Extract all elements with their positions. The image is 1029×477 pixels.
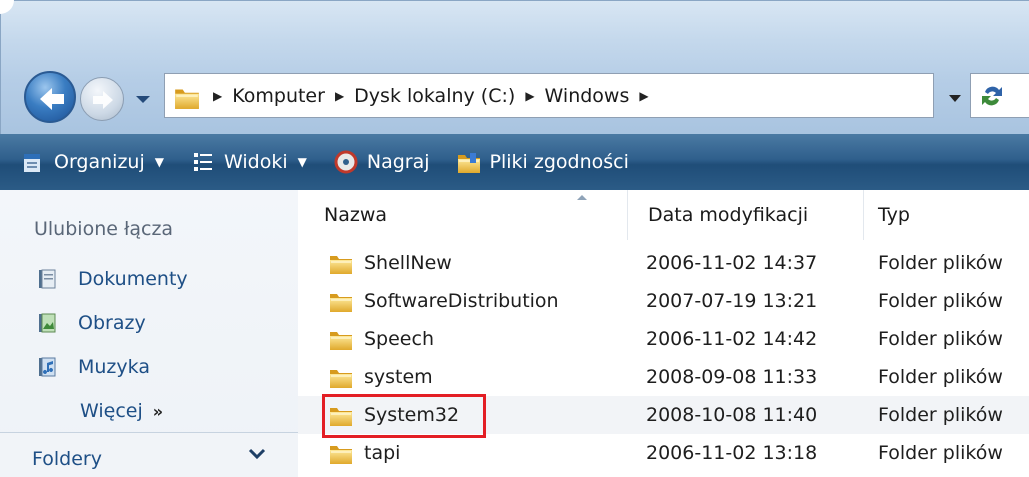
views-icon xyxy=(194,153,212,171)
music-icon xyxy=(39,357,56,377)
file-type: Folder plików xyxy=(878,252,1003,274)
file-row[interactable]: ShellNew 2006-11-02 14:37 Folder plików xyxy=(298,244,1029,282)
chevron-down-icon: ▼ xyxy=(154,155,164,169)
file-type: Folder plików xyxy=(878,404,1003,426)
favorite-link-music[interactable]: Muzyka xyxy=(36,355,150,379)
views-label: Widoki xyxy=(224,151,288,173)
column-header-name[interactable]: Nazwa xyxy=(298,190,628,240)
burn-disc-icon xyxy=(334,150,358,174)
breadcrumb-local-disk[interactable]: Dysk lokalny (C:) xyxy=(350,85,519,107)
views-button[interactable]: Widoki ▼ xyxy=(184,142,313,182)
file-date: 2007-07-19 13:21 xyxy=(646,290,818,312)
column-date-label: Data modyfikacji xyxy=(648,204,809,226)
breadcrumb-separator-icon[interactable]: ▶ xyxy=(633,89,654,103)
file-type: Folder plików xyxy=(878,290,1003,312)
file-date: 2006-11-02 13:18 xyxy=(646,442,818,464)
folders-toggle[interactable]: Foldery xyxy=(0,432,298,477)
breadcrumb: ▶ Komputer ▶ Dysk lokalny (C:) ▶ Windows… xyxy=(207,74,655,117)
chevron-down-icon[interactable] xyxy=(134,90,152,108)
column-header-type[interactable]: Typ xyxy=(864,190,1029,240)
favorite-link-label: Dokumenty xyxy=(78,268,188,290)
breadcrumb-computer[interactable]: Komputer xyxy=(228,85,329,107)
organize-label: Organizuj xyxy=(54,151,145,173)
file-row[interactable]: tapi 2006-11-02 13:18 Folder plików xyxy=(298,434,1029,472)
file-type: Folder plików xyxy=(878,328,1003,350)
breadcrumb-separator-icon[interactable]: ▶ xyxy=(519,89,540,103)
file-name: system xyxy=(364,366,433,388)
breadcrumb-separator-icon[interactable]: ▶ xyxy=(329,89,350,103)
double-chevron-icon: » xyxy=(152,402,164,421)
file-name: System32 xyxy=(364,404,460,426)
documents-icon xyxy=(39,269,56,289)
file-type: Folder plików xyxy=(878,366,1003,388)
sort-ascending-icon xyxy=(577,195,587,200)
address-bar[interactable]: ▶ Komputer ▶ Dysk lokalny (C:) ▶ Windows… xyxy=(164,73,934,118)
command-toolbar: Organizuj ▼ Widoki ▼ Nagraj Pliki zgodno… xyxy=(0,134,1029,190)
folder-icon xyxy=(328,440,354,466)
file-date: 2008-10-08 11:40 xyxy=(646,404,818,426)
organize-button[interactable]: Organizuj ▼ xyxy=(14,142,170,182)
favorite-link-documents[interactable]: Dokumenty xyxy=(36,267,188,291)
folder-icon xyxy=(328,402,354,428)
folder-icon xyxy=(173,83,201,111)
file-row[interactable]: SoftwareDistribution 2007-07-19 13:21 Fo… xyxy=(298,282,1029,320)
pictures-icon xyxy=(39,313,56,333)
forward-arrow-icon xyxy=(93,91,113,109)
file-name: tapi xyxy=(364,442,401,464)
file-date: 2008-09-08 11:33 xyxy=(646,366,818,388)
favorite-link-label: Obrazy xyxy=(78,312,146,334)
file-list: Nazwa Data modyfikacji Typ ShellNew 2006… xyxy=(298,190,1029,476)
folder-icon xyxy=(328,326,354,352)
folder-icon xyxy=(328,288,354,314)
address-dropdown-icon[interactable] xyxy=(944,88,966,108)
file-name: SoftwareDistribution xyxy=(364,290,559,312)
folders-label: Foldery xyxy=(32,448,102,470)
favorite-link-pictures[interactable]: Obrazy xyxy=(36,311,146,335)
refresh-icon xyxy=(982,86,1002,106)
burn-button[interactable]: Nagraj xyxy=(327,142,436,182)
file-name: Speech xyxy=(364,328,434,350)
folder-icon xyxy=(328,364,354,390)
file-date: 2006-11-02 14:37 xyxy=(646,252,818,274)
folder-icon xyxy=(328,250,354,276)
file-row[interactable]: Speech 2006-11-02 14:42 Folder plików xyxy=(298,320,1029,358)
more-label: Więcej xyxy=(80,400,143,422)
favorites-title: Ulubione łącza xyxy=(34,218,174,240)
breadcrumb-separator-icon[interactable]: ▶ xyxy=(207,89,228,103)
file-row-system32[interactable]: System32 2008-10-08 11:40 Folder plików xyxy=(298,396,1029,434)
compat-files-button[interactable]: Pliki zgodności xyxy=(450,142,635,182)
organize-icon xyxy=(24,154,40,172)
navigation-pane: Ulubione łącza Dokumenty Obrazy Muzyka W… xyxy=(0,190,299,477)
breadcrumb-windows[interactable]: Windows xyxy=(541,85,634,107)
file-date: 2006-11-02 14:42 xyxy=(646,328,818,350)
burn-label: Nagraj xyxy=(366,151,430,173)
column-header-date[interactable]: Data modyfikacji xyxy=(628,190,864,240)
file-type: Folder plików xyxy=(878,442,1003,464)
column-name-label: Nazwa xyxy=(324,204,388,226)
file-row[interactable]: system 2008-09-08 11:33 Folder plików xyxy=(298,358,1029,396)
compat-folder-icon xyxy=(456,153,482,175)
favorite-link-label: Muzyka xyxy=(78,356,150,378)
file-name: ShellNew xyxy=(364,252,452,274)
refresh-button[interactable] xyxy=(970,73,1029,118)
chevron-down-icon xyxy=(248,448,266,460)
more-links[interactable]: Więcej » xyxy=(80,400,163,422)
back-arrow-icon xyxy=(40,88,64,110)
forward-button[interactable] xyxy=(80,77,124,121)
compat-label: Pliki zgodności xyxy=(489,151,629,173)
chevron-down-icon: ▼ xyxy=(297,155,307,169)
back-button[interactable] xyxy=(24,71,76,123)
column-type-label: Typ xyxy=(878,204,910,226)
